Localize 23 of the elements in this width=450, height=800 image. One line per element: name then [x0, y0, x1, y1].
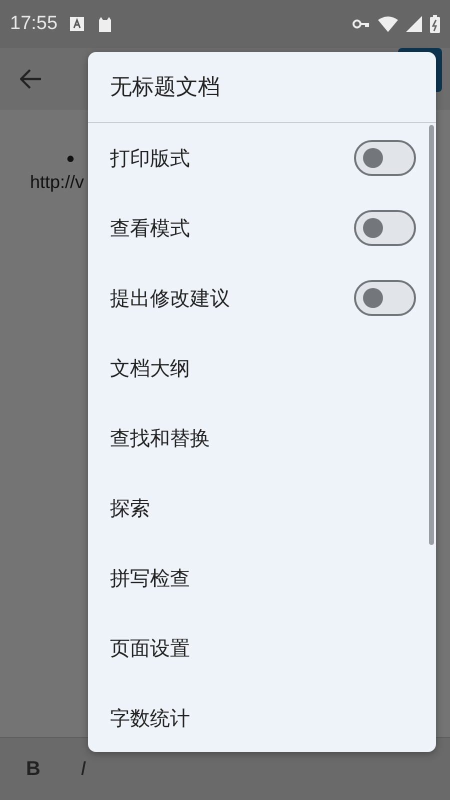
back-arrow-icon[interactable]: [20, 69, 42, 89]
keyboard-icon: [70, 17, 84, 31]
wifi-icon: [378, 16, 398, 32]
scrollbar[interactable]: [429, 125, 434, 545]
document-text: http://v: [30, 172, 84, 193]
signal-icon: [406, 16, 422, 32]
list-bullet: •: [64, 150, 77, 172]
status-time: 17:55: [10, 13, 58, 35]
menu-item[interactable]: 提出修改建议: [110, 284, 230, 312]
menu-item[interactable]: 探索: [88, 473, 436, 543]
toggle-switch[interactable]: [354, 280, 416, 316]
menu-item[interactable]: 页面设置: [88, 613, 436, 683]
toggle-switch[interactable]: [354, 140, 416, 176]
toggle-switch[interactable]: [354, 210, 416, 246]
menu-item[interactable]: 查看模式: [110, 214, 190, 242]
menu-item[interactable]: 查找和替换: [88, 403, 436, 473]
menu-item[interactable]: 字数统计: [88, 683, 436, 752]
menu-item[interactable]: 打印版式: [110, 144, 190, 172]
battery-icon: [430, 15, 440, 33]
menu-item[interactable]: 文档大纲: [88, 333, 436, 403]
menu-title: 无标题文档: [88, 52, 436, 123]
menu-item[interactable]: 拼写检查: [88, 543, 436, 613]
key-icon: [352, 19, 370, 29]
